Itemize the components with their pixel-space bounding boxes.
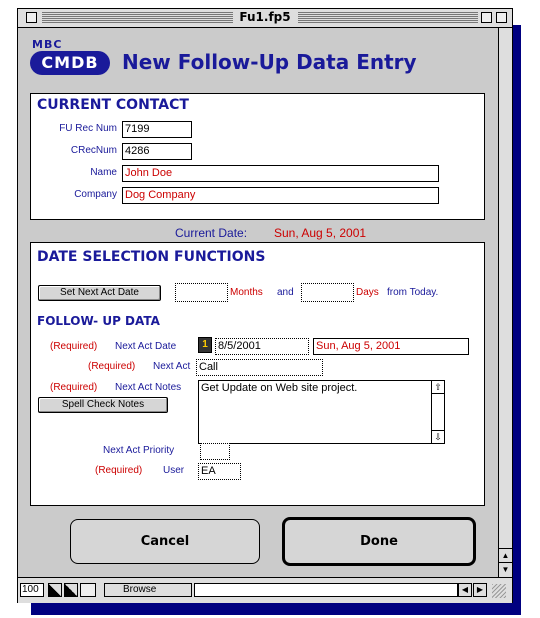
name-label: Name	[90, 167, 117, 178]
follow-up-panel: DATE SELECTION FUNCTIONS Set Next Act Da…	[30, 242, 485, 506]
window-title: Fu1.fp5	[233, 10, 297, 24]
next-act-label: Next Act	[153, 361, 191, 372]
user-label: User	[163, 465, 185, 476]
next-act-date-label: Next Act Date	[115, 341, 177, 352]
date-selection-heading: DATE SELECTION FUNCTIONS	[37, 249, 266, 265]
vertical-scrollbar[interactable]: ▲ ▼	[498, 28, 512, 577]
crec-num-field[interactable]: 4286	[122, 143, 192, 160]
title-bar[interactable]: Fu1.fp5	[18, 9, 512, 28]
logo-main-text: CMDB	[30, 51, 110, 75]
mbc-cmdb-logo: MBC CMDB	[30, 38, 112, 78]
done-button[interactable]: Done	[282, 517, 476, 566]
crec-num-label: CRecNum	[70, 145, 117, 156]
zoom-in-icon[interactable]	[64, 583, 78, 597]
name-field[interactable]: John Doe	[122, 165, 439, 182]
resize-grip-icon[interactable]	[492, 584, 506, 598]
required-tag-next-act-notes: (Required)	[50, 382, 98, 393]
required-tag-next-act: (Required)	[88, 361, 136, 372]
mode-selector[interactable]: Browse	[104, 583, 192, 597]
cancel-button[interactable]: Cancel	[70, 519, 260, 564]
next-act-priority-field[interactable]	[200, 443, 230, 460]
status-area-toggle-icon[interactable]	[80, 583, 96, 597]
calendar-icon[interactable]: 1	[198, 337, 212, 353]
scroll-down-arrow-icon[interactable]: ⇩	[432, 430, 444, 443]
days-field[interactable]	[301, 283, 354, 302]
zoom-level[interactable]: 100	[20, 583, 44, 597]
current-date-label: Current Date:	[175, 226, 248, 240]
next-act-date-field[interactable]: 8/5/2001	[215, 338, 309, 355]
zoom-out-icon[interactable]	[48, 583, 62, 597]
filemaker-window: Fu1.fp5 MBC CMDB New Follow-Up Data Entr…	[17, 8, 513, 603]
current-contact-heading: CURRENT CONTACT	[37, 97, 189, 113]
fu-rec-num-field[interactable]: 7199	[122, 121, 192, 138]
layout-content: MBC CMDB New Follow-Up Data Entry CURREN…	[18, 28, 498, 577]
current-date-value: Sun, Aug 5, 2001	[274, 226, 367, 240]
scroll-up-icon[interactable]: ▲	[499, 548, 512, 563]
logo-top-text: MBC	[32, 38, 63, 51]
next-act-field[interactable]: Call	[196, 359, 323, 376]
scroll-left-icon[interactable]: ◀	[458, 583, 472, 597]
and-label: and	[277, 287, 294, 298]
company-field[interactable]: Dog Company	[122, 187, 439, 204]
months-label: Months	[230, 287, 263, 298]
fu-rec-num-label: FU Rec Num	[59, 123, 117, 134]
status-bar: 100 Browse ◀ ▶	[18, 577, 512, 603]
zoom-box-icon[interactable]	[481, 12, 492, 23]
spell-check-notes-button[interactable]: Spell Check Notes	[38, 397, 168, 413]
from-today-label: from Today.	[387, 287, 439, 298]
page-title: New Follow-Up Data Entry	[122, 50, 417, 74]
scroll-up-arrow-icon[interactable]: ⇧	[432, 381, 444, 394]
required-tag-user: (Required)	[95, 465, 143, 476]
next-act-date-long-field: Sun, Aug 5, 2001	[313, 338, 469, 355]
horizontal-scrollbar[interactable]	[194, 583, 458, 597]
user-field[interactable]: EA	[198, 463, 241, 480]
required-tag-next-act-date: (Required)	[50, 341, 98, 352]
next-act-notes-field[interactable]: Get Update on Web site project.	[198, 380, 433, 444]
scroll-down-icon[interactable]: ▼	[499, 562, 512, 577]
collapse-box-icon[interactable]	[496, 12, 507, 23]
follow-up-heading: FOLLOW- UP DATA	[37, 314, 160, 328]
company-label: Company	[74, 189, 117, 200]
months-field[interactable]	[175, 283, 228, 302]
notes-scrollbar[interactable]: ⇧ ⇩	[431, 380, 445, 444]
next-act-notes-label: Next Act Notes	[115, 382, 182, 393]
days-label: Days	[356, 287, 379, 298]
current-contact-panel: CURRENT CONTACT FU Rec Num 7199 CRecNum …	[30, 93, 485, 220]
next-act-priority-label: Next Act Priority	[103, 445, 175, 456]
set-next-act-date-button[interactable]: Set Next Act Date	[38, 285, 161, 301]
scroll-right-icon[interactable]: ▶	[473, 583, 487, 597]
